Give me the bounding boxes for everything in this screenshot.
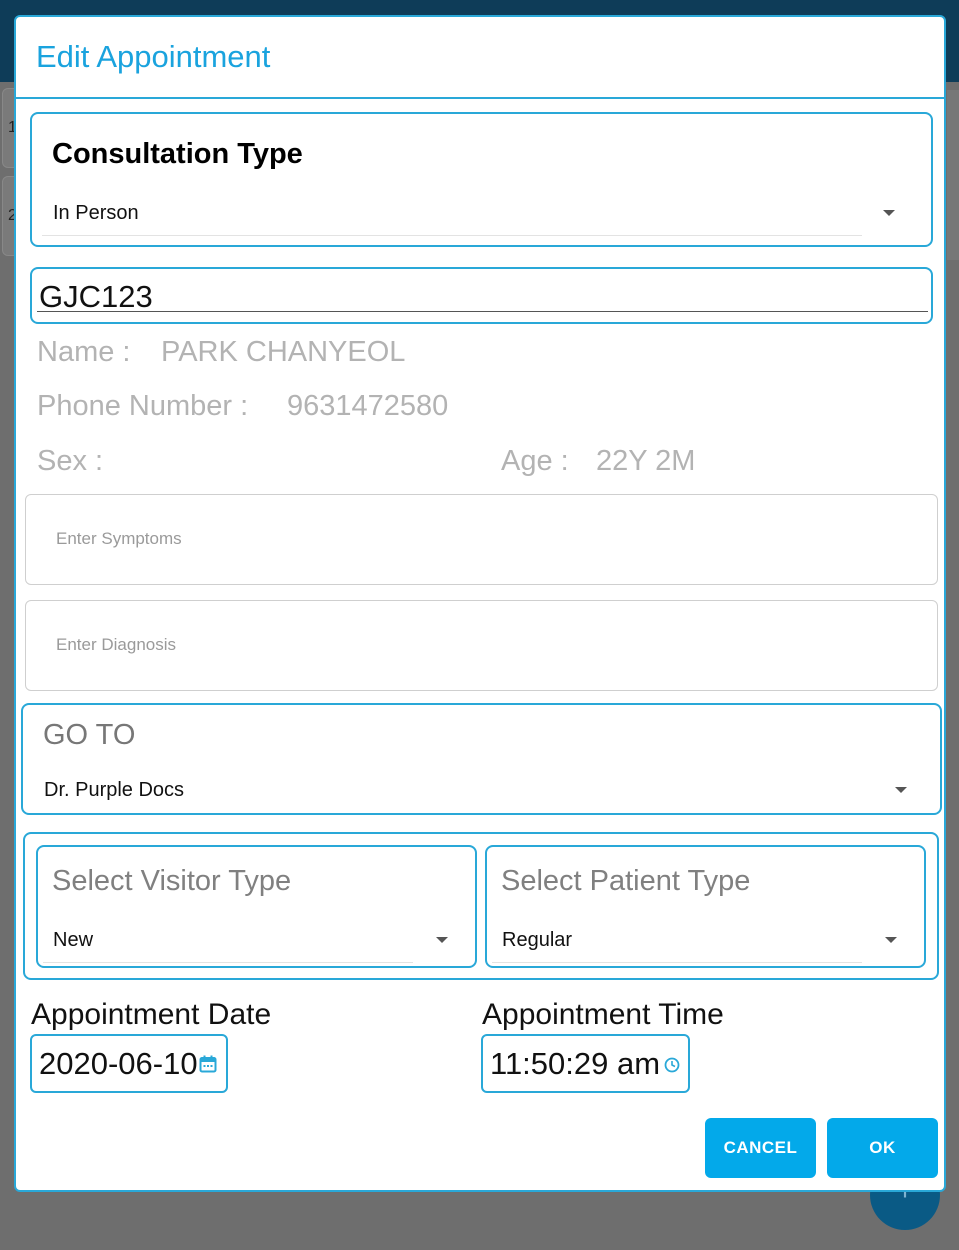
chevron-down-icon bbox=[885, 937, 897, 943]
select-underline bbox=[43, 962, 413, 963]
symptoms-input[interactable]: Enter Symptoms bbox=[25, 494, 938, 585]
patient-type-select[interactable]: Regular bbox=[492, 923, 917, 963]
visitor-type-value: New bbox=[53, 929, 94, 951]
clock-icon[interactable] bbox=[664, 1057, 680, 1073]
visitor-patient-type-group: Select Visitor Type New Select Patient T… bbox=[23, 832, 939, 980]
select-underline bbox=[492, 962, 862, 963]
sex-label: Sex : bbox=[37, 445, 104, 477]
patient-type-label: Select Patient Type bbox=[501, 865, 751, 897]
calendar-icon[interactable] bbox=[199, 1055, 217, 1073]
goto-select[interactable]: Dr. Purple Docs bbox=[33, 771, 933, 811]
dialog-title: Edit Appointment bbox=[36, 39, 271, 74]
appointment-time-value: 11:50:29 am bbox=[490, 1046, 661, 1081]
appointment-time-picker[interactable]: 11:50:29 am bbox=[481, 1034, 690, 1093]
diagnosis-input[interactable]: Enter Diagnosis bbox=[25, 600, 938, 691]
consultation-type-label: Consultation Type bbox=[52, 138, 303, 170]
appointment-time-label: Appointment Time bbox=[482, 998, 724, 1031]
visitor-type-select[interactable]: New bbox=[43, 923, 468, 963]
name-label: Name : bbox=[37, 336, 131, 368]
visitor-type-label: Select Visitor Type bbox=[52, 865, 292, 897]
goto-value: Dr. Purple Docs bbox=[44, 779, 185, 801]
input-underline bbox=[37, 311, 928, 312]
appointment-date-value: 2020-06-10 bbox=[39, 1046, 198, 1081]
chevron-down-icon bbox=[895, 787, 907, 793]
age-label: Age : bbox=[501, 445, 569, 477]
name-value: PARK CHANYEOL bbox=[161, 336, 406, 368]
diagnosis-placeholder: Enter Diagnosis bbox=[56, 635, 177, 654]
title-divider bbox=[16, 97, 944, 99]
symptoms-placeholder: Enter Symptoms bbox=[56, 529, 182, 548]
patient-type-value: Regular bbox=[502, 929, 573, 951]
edit-appointment-dialog: Edit Appointment Consultation Type In Pe… bbox=[14, 15, 946, 1192]
goto-card: GO TO Dr. Purple Docs bbox=[21, 703, 942, 815]
patient-id-value: GJC123 bbox=[39, 279, 153, 314]
goto-label: GO TO bbox=[43, 719, 136, 751]
consultation-type-select[interactable]: In Person bbox=[42, 194, 922, 238]
visitor-type-card: Select Visitor Type New bbox=[36, 845, 477, 968]
chevron-down-icon bbox=[883, 210, 895, 216]
age-value: 22Y 2M bbox=[596, 445, 696, 477]
consultation-type-card: Consultation Type In Person bbox=[30, 112, 933, 247]
ok-button[interactable]: OK bbox=[827, 1118, 938, 1178]
background-panel bbox=[947, 90, 959, 260]
consultation-type-value: In Person bbox=[53, 202, 139, 224]
patient-id-input[interactable]: GJC123 bbox=[30, 267, 933, 324]
chevron-down-icon bbox=[436, 937, 448, 943]
cancel-button[interactable]: CANCEL bbox=[705, 1118, 816, 1178]
appointment-date-label: Appointment Date bbox=[31, 998, 272, 1031]
select-underline bbox=[42, 235, 862, 236]
phone-value: 9631472580 bbox=[287, 390, 449, 422]
appointment-date-picker[interactable]: 2020-06-10 bbox=[30, 1034, 228, 1093]
patient-type-card: Select Patient Type Regular bbox=[485, 845, 926, 968]
phone-label: Phone Number : bbox=[37, 390, 249, 422]
